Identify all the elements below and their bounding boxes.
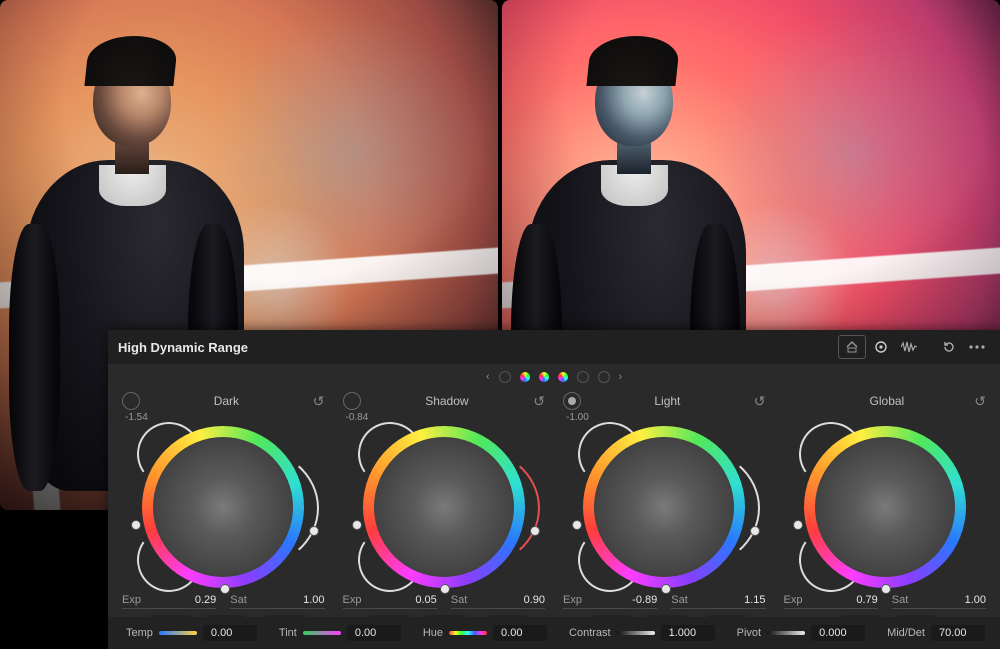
wheel-light: Light ↺ -1.00 Exp-0.89 Sat1.15 X0.00 Y0.… — [563, 390, 766, 628]
gain-knob[interactable] — [440, 584, 450, 594]
zone-dot-3[interactable] — [539, 372, 549, 382]
wheel-shadow: Shadow ↺ -0.84 Exp0.05 Sat0.90 X0.00 Y0.… — [343, 390, 546, 628]
options-icon[interactable] — [964, 336, 990, 358]
wheel-reset-icon[interactable]: ↺ — [974, 393, 986, 410]
sat-knob[interactable] — [309, 526, 319, 536]
middet-label: Mid/Det — [887, 627, 925, 639]
reset-all-icon[interactable] — [936, 336, 962, 358]
sat-value[interactable]: 1.00 — [291, 594, 325, 606]
hue-slider[interactable] — [449, 631, 487, 635]
sat-value[interactable]: 1.00 — [952, 594, 986, 606]
contrast-slider[interactable] — [617, 631, 655, 635]
color-wheel[interactable] — [354, 426, 534, 588]
pivot-label: Pivot — [737, 627, 761, 639]
zone-picker-icon[interactable] — [122, 392, 140, 410]
exp-value[interactable]: 0.05 — [403, 594, 437, 606]
exp-value[interactable]: 0.79 — [844, 594, 878, 606]
sat-knob[interactable] — [750, 526, 760, 536]
zone-value: -0.84 — [340, 412, 549, 424]
sat-value[interactable]: 0.90 — [511, 594, 545, 606]
sat-label: Sat — [671, 594, 731, 606]
expand-icon[interactable] — [838, 335, 866, 359]
gain-knob[interactable] — [881, 584, 891, 594]
zone-dot-6[interactable] — [598, 371, 610, 383]
wheel-dark: Dark ↺ -1.54 Exp0.29 Sat1.00 X0.00 Y0.00… — [122, 390, 325, 628]
lift-knob[interactable] — [793, 520, 803, 530]
color-wheel[interactable] — [795, 426, 975, 588]
zone-picker-icon[interactable] — [563, 392, 581, 410]
temp-value[interactable]: 0.00 — [203, 625, 257, 641]
sat-value[interactable]: 1.15 — [732, 594, 766, 606]
color-wheel[interactable] — [133, 426, 313, 588]
lift-knob[interactable] — [572, 520, 582, 530]
sat-label: Sat — [230, 594, 290, 606]
hue-value[interactable]: 0.00 — [493, 625, 547, 641]
zone-dot-1[interactable] — [499, 371, 511, 383]
zone-nav: ‹ › — [108, 364, 1000, 390]
zone-value — [781, 412, 990, 424]
tint-value[interactable]: 0.00 — [347, 625, 401, 641]
gain-knob[interactable] — [661, 584, 671, 594]
zone-dot-4[interactable] — [558, 372, 568, 382]
zone-picker-icon[interactable] — [343, 392, 361, 410]
sat-label: Sat — [451, 594, 511, 606]
tint-label: Tint — [279, 627, 297, 639]
wheel-global: Global ↺ Exp0.79 Sat1.00 X0.00 Y0.00 — [784, 390, 987, 628]
tint-slider[interactable] — [303, 631, 341, 635]
color-wheel[interactable] — [574, 426, 754, 588]
contrast-label: Contrast — [569, 627, 611, 639]
hdr-panel: High Dynamic Range ‹ › Dark ↺ -1.54 — [108, 330, 1000, 649]
zone-dot-2[interactable] — [520, 372, 530, 382]
global-adjust-bar: Temp0.00 Tint0.00 Hue0.00 Contrast1.000 … — [108, 617, 1000, 649]
pivot-slider[interactable] — [767, 631, 805, 635]
exp-value[interactable]: -0.89 — [623, 594, 657, 606]
exp-label: Exp — [343, 594, 403, 606]
wheel-name: Global — [800, 394, 975, 408]
wheel-reset-icon[interactable]: ↺ — [754, 393, 766, 410]
zone-dot-5[interactable] — [577, 371, 589, 383]
lift-knob[interactable] — [352, 520, 362, 530]
lift-knob[interactable] — [131, 520, 141, 530]
panel-title: High Dynamic Range — [118, 340, 248, 355]
waveform-icon[interactable] — [896, 336, 922, 358]
wheel-reset-icon[interactable]: ↺ — [313, 393, 325, 410]
hue-label: Hue — [423, 627, 443, 639]
target-icon[interactable] — [868, 336, 894, 358]
exp-value[interactable]: 0.29 — [182, 594, 216, 606]
exp-label: Exp — [784, 594, 844, 606]
zone-next-icon[interactable]: › — [619, 371, 623, 383]
wheel-name: Dark — [140, 394, 313, 408]
exp-label: Exp — [563, 594, 623, 606]
gain-knob[interactable] — [220, 584, 230, 594]
wheel-name: Shadow — [361, 394, 534, 408]
sat-label: Sat — [892, 594, 952, 606]
contrast-value[interactable]: 1.000 — [661, 625, 715, 641]
panel-titlebar: High Dynamic Range — [108, 330, 1000, 364]
sat-knob[interactable] — [530, 526, 540, 536]
zone-value: -1.54 — [119, 412, 328, 424]
wheel-name: Light — [581, 394, 754, 408]
zone-prev-icon[interactable]: ‹ — [486, 371, 490, 383]
temp-slider[interactable] — [159, 631, 197, 635]
exp-label: Exp — [122, 594, 182, 606]
wheel-reset-icon[interactable]: ↺ — [533, 393, 545, 410]
pivot-value[interactable]: 0.000 — [811, 625, 865, 641]
middet-value[interactable]: 70.00 — [931, 625, 985, 641]
temp-label: Temp — [126, 627, 153, 639]
zone-value: -1.00 — [560, 412, 769, 424]
